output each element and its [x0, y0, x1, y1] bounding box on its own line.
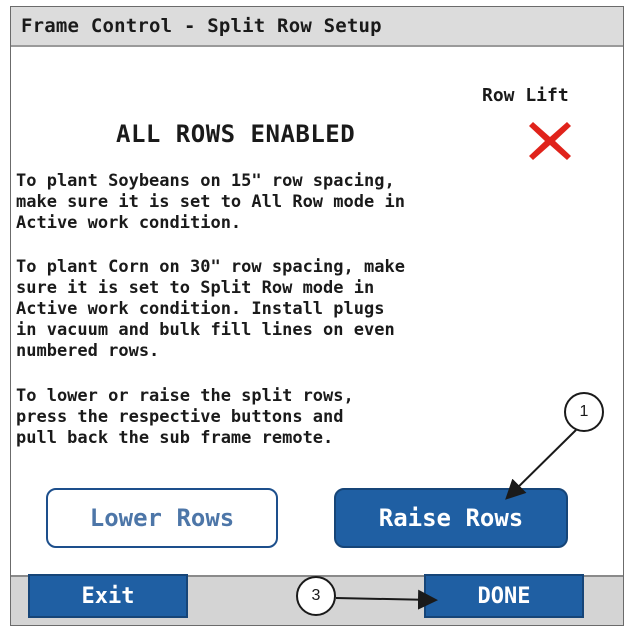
- callout-1-number: 1: [579, 403, 589, 420]
- status-heading: ALL ROWS ENABLED: [116, 120, 356, 148]
- instruction-corn: To plant Corn on 30" row spacing, make s…: [16, 257, 405, 361]
- title-bar: Frame Control - Split Row Setup: [11, 7, 623, 47]
- window-title: Frame Control - Split Row Setup: [21, 15, 382, 37]
- lower-rows-button[interactable]: Lower Rows: [46, 488, 278, 548]
- instruction-soybeans: To plant Soybeans on 15" row spacing, ma…: [16, 171, 405, 233]
- done-button[interactable]: DONE: [424, 574, 584, 618]
- raise-rows-label: Raise Rows: [378, 504, 524, 532]
- exit-label: Exit: [81, 583, 135, 609]
- lower-rows-label: Lower Rows: [89, 504, 235, 532]
- red-x-icon: [529, 122, 571, 160]
- exit-button[interactable]: Exit: [28, 574, 188, 618]
- callout-3-marker: 3: [296, 576, 336, 616]
- callout-3-number: 3: [311, 587, 321, 604]
- callout-1-marker: 1: [564, 392, 604, 432]
- instruction-lower-raise: To lower or raise the split rows, press …: [16, 386, 354, 448]
- done-label: DONE: [477, 583, 531, 609]
- row-lift-label: Row Lift: [482, 85, 569, 106]
- raise-rows-button[interactable]: Raise Rows: [334, 488, 568, 548]
